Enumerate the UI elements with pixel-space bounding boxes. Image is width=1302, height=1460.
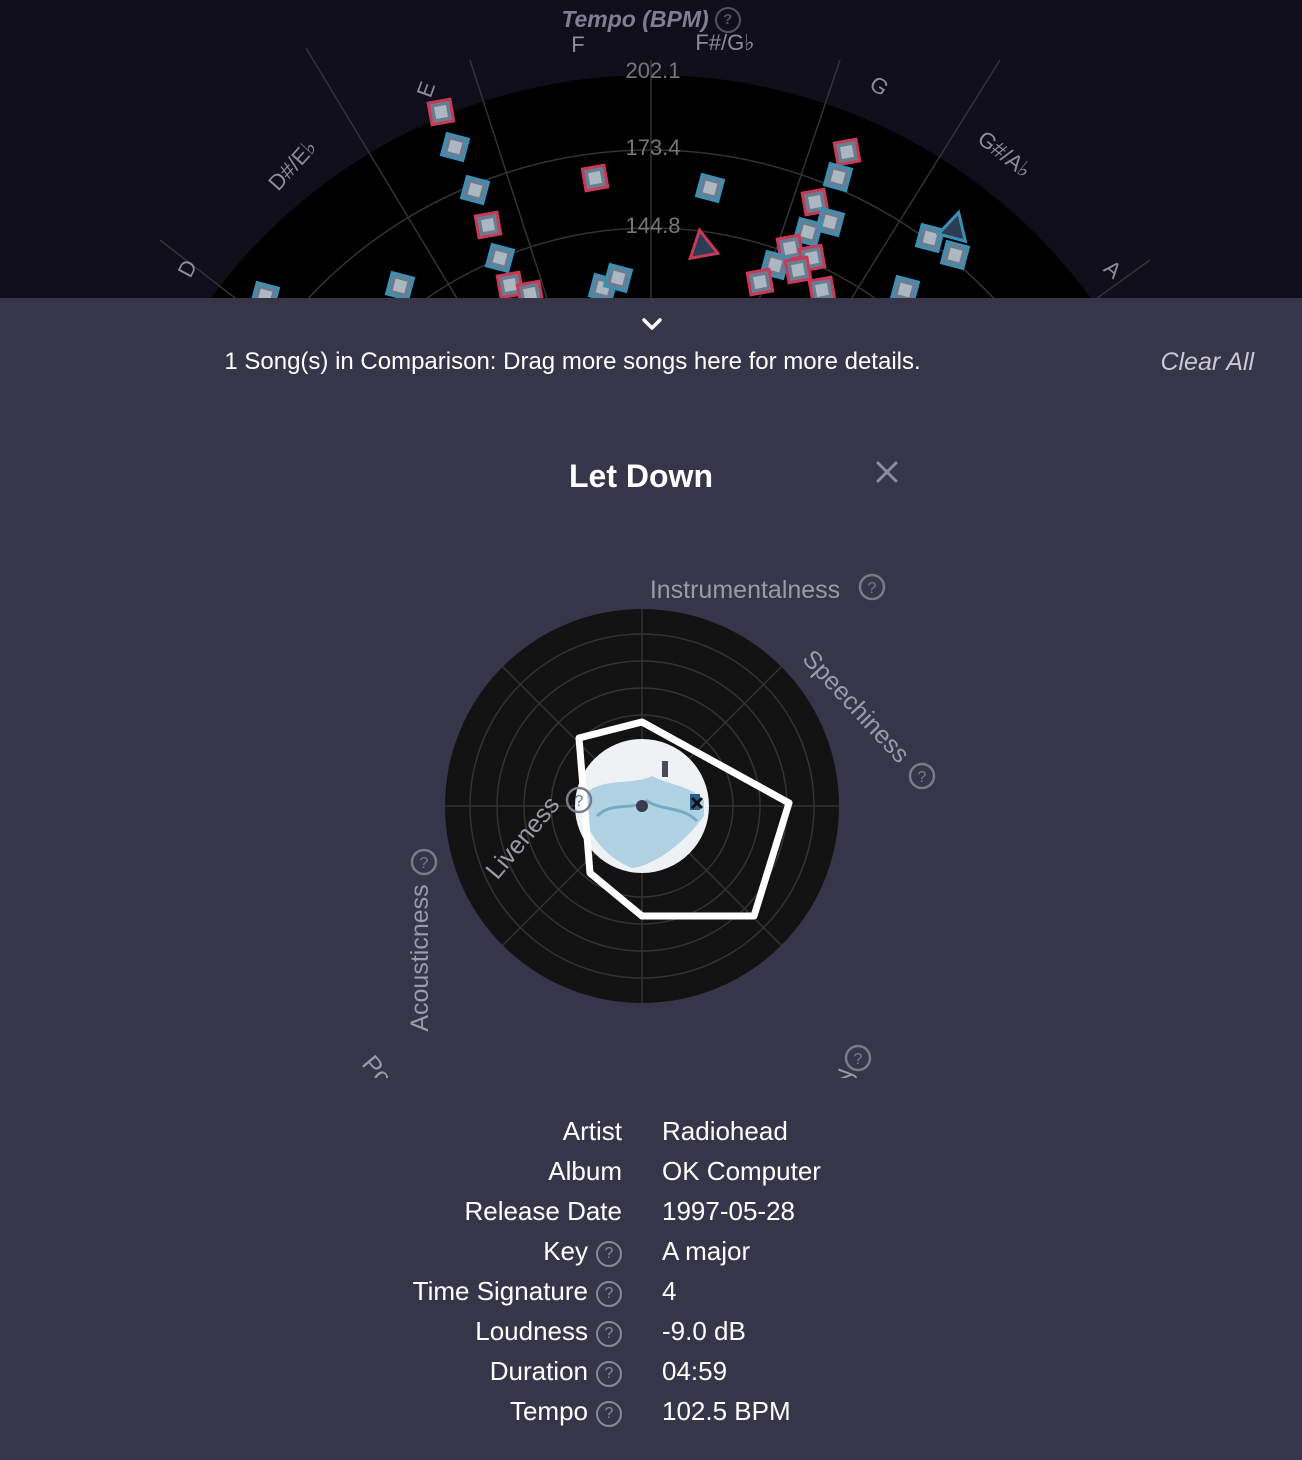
help-icon[interactable]: ? bbox=[596, 1281, 622, 1307]
song-marker[interactable] bbox=[914, 222, 946, 254]
detail-label-text: Loudness bbox=[475, 1316, 588, 1346]
help-icon[interactable]: ? bbox=[596, 1401, 622, 1427]
help-icon[interactable]: ? bbox=[844, 1044, 872, 1072]
detail-label-text: Album bbox=[548, 1156, 622, 1186]
audio-features-radar: Instrumentalness?Speechiness?Popularity?… bbox=[356, 573, 936, 1078]
detail-label: Artist bbox=[563, 1116, 622, 1147]
detail-value: 4 bbox=[662, 1276, 677, 1306]
detail-label-text: Time Signature bbox=[412, 1276, 588, 1306]
detail-row: Time Signature? 4 bbox=[0, 1276, 1302, 1316]
chevron-down-icon[interactable] bbox=[640, 316, 664, 332]
song-marker[interactable] bbox=[807, 275, 837, 298]
song-marker[interactable] bbox=[484, 242, 516, 274]
detail-label-text: Artist bbox=[562, 1116, 622, 1146]
svg-text:?: ? bbox=[420, 855, 429, 872]
key-label: D bbox=[173, 256, 203, 282]
comparison-message: 1 Song(s) in Comparison: Drag more songs… bbox=[224, 348, 921, 375]
svg-text:?: ? bbox=[868, 580, 877, 597]
help-icon[interactable]: ? bbox=[410, 848, 438, 876]
detail-row: Loudness? -9.0 dB bbox=[0, 1316, 1302, 1356]
song-marker[interactable] bbox=[602, 262, 634, 294]
detail-row: Release Date 1997-05-28 bbox=[0, 1196, 1302, 1236]
tempo-title: Tempo (BPM)? bbox=[0, 6, 1302, 33]
song-marker[interactable] bbox=[889, 274, 921, 298]
detail-label: Album bbox=[548, 1156, 622, 1187]
detail-row: Tempo? 102.5 BPM bbox=[0, 1396, 1302, 1436]
close-icon[interactable] bbox=[874, 459, 900, 485]
song-title: Let Down bbox=[569, 458, 713, 494]
song-marker[interactable] bbox=[783, 255, 813, 285]
detail-label-text: Key bbox=[543, 1236, 588, 1266]
detail-value: OK Computer bbox=[662, 1156, 821, 1186]
detail-label: Time Signature? bbox=[413, 1276, 622, 1307]
detail-row: Duration? 04:59 bbox=[0, 1356, 1302, 1396]
song-marker[interactable] bbox=[473, 210, 503, 240]
song-marker[interactable] bbox=[459, 174, 491, 206]
song-marker[interactable] bbox=[439, 131, 471, 163]
help-icon[interactable]: ? bbox=[596, 1321, 622, 1347]
detail-label: Duration? bbox=[490, 1356, 622, 1387]
tempo-title-text: Tempo (BPM) bbox=[561, 6, 709, 32]
song-marker[interactable] bbox=[832, 137, 862, 167]
comparison-panel: 1 Song(s) in Comparison: Drag more songs… bbox=[0, 298, 1302, 1460]
clear-all-button[interactable]: Clear All bbox=[1160, 348, 1254, 377]
key-label: F#/G♭ bbox=[695, 30, 754, 55]
radar-axis-label: Positiveness bbox=[356, 1050, 468, 1078]
help-icon[interactable]: ? bbox=[858, 573, 886, 601]
detail-label-text: Tempo bbox=[509, 1396, 588, 1426]
tempo-key-chart[interactable]: 202.1 173.4 144.8 D D#/E♭ E F F#/G♭ G G#/A♭ A Tem… bbox=[0, 0, 1302, 298]
detail-label-text: Release Date bbox=[464, 1196, 622, 1226]
detail-value: 04:59 bbox=[662, 1356, 728, 1386]
key-label: E bbox=[412, 78, 441, 100]
album-art bbox=[575, 739, 709, 873]
song-marker[interactable] bbox=[745, 267, 775, 297]
help-icon[interactable]: ? bbox=[714, 7, 741, 33]
detail-value: 1997-05-28 bbox=[662, 1196, 795, 1226]
detail-value: -9.0 dB bbox=[662, 1316, 746, 1346]
detail-row: Artist Radiohead bbox=[0, 1116, 1302, 1156]
detail-value: Radiohead bbox=[662, 1116, 788, 1146]
svg-text:?: ? bbox=[575, 793, 584, 810]
radar-axis-label: Instrumentalness bbox=[650, 576, 840, 604]
detail-row: Album OK Computer bbox=[0, 1156, 1302, 1196]
help-icon[interactable]: ? bbox=[596, 1241, 622, 1267]
key-label: G#/A♭ bbox=[973, 126, 1036, 183]
song-marker[interactable] bbox=[939, 239, 971, 271]
detail-label: Tempo? bbox=[510, 1396, 622, 1427]
song-marker[interactable] bbox=[822, 161, 854, 193]
song-marker[interactable] bbox=[580, 163, 610, 193]
detail-value: A major bbox=[662, 1236, 751, 1266]
tempo-tick-label: 173.4 bbox=[625, 135, 680, 160]
tempo-tick-label: 202.1 bbox=[625, 58, 680, 83]
detail-value: 102.5 BPM bbox=[662, 1396, 791, 1426]
help-icon[interactable]: ? bbox=[596, 1361, 622, 1387]
svg-text:?: ? bbox=[854, 1051, 863, 1068]
detail-row: Key? A major bbox=[0, 1236, 1302, 1276]
song-marker[interactable] bbox=[515, 279, 545, 298]
detail-label: Key? bbox=[543, 1236, 622, 1267]
radar-axis-label: Acousticness bbox=[406, 884, 434, 1031]
svg-text:?: ? bbox=[918, 769, 927, 786]
key-label: F bbox=[571, 32, 584, 57]
detail-label: Release Date bbox=[464, 1196, 622, 1227]
song-marker[interactable] bbox=[694, 172, 726, 204]
help-icon[interactable]: ? bbox=[908, 762, 936, 790]
detail-label-text: Duration bbox=[489, 1356, 588, 1386]
song-marker[interactable] bbox=[384, 270, 416, 298]
song-marker[interactable] bbox=[426, 97, 456, 127]
detail-label: Loudness? bbox=[475, 1316, 622, 1347]
key-label: D#/E♭ bbox=[263, 135, 321, 196]
key-label: G bbox=[865, 71, 893, 101]
tempo-tick-label: 144.8 bbox=[625, 213, 680, 238]
